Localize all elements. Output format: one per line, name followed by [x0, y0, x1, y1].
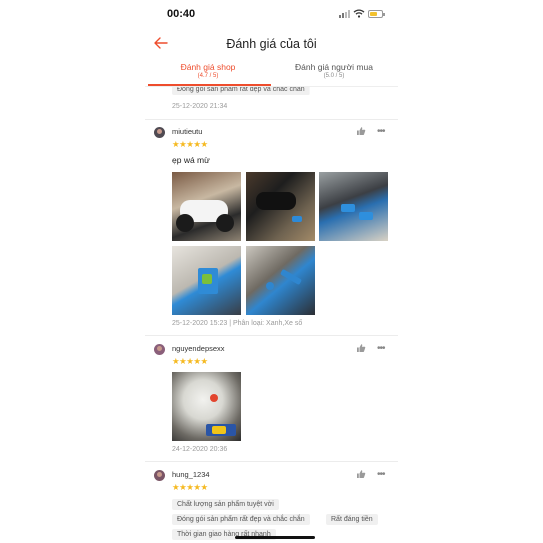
username: hung_1234 — [172, 470, 210, 479]
review-photo[interactable] — [172, 246, 241, 315]
divider — [145, 461, 398, 462]
review-photo[interactable] — [246, 172, 315, 241]
tab-rating: (5.0 / 5) — [323, 73, 345, 79]
app-screen: 00:40 Đánh giá của tôi Đánh giá shop (4.… — [145, 0, 398, 543]
wifi-icon — [353, 9, 365, 18]
home-indicator — [235, 536, 315, 539]
more-dots-icon[interactable]: ••• — [377, 127, 385, 137]
review-meta: 25-12-2020 15:23 | Phân loại: Xanh,Xe số — [172, 320, 303, 327]
star-rating: ★★★★★ — [172, 356, 208, 366]
divider — [145, 335, 398, 336]
review-comment: ẹp wá mừ — [172, 155, 210, 165]
tab-shop-reviews[interactable]: Đánh giá shop (4.7 / 5) — [145, 62, 271, 79]
tab-buyer-reviews[interactable]: Đánh giá người mua (5.0 / 5) — [271, 62, 397, 79]
review-photo[interactable] — [246, 246, 315, 315]
header: Đánh giá của tôi — [145, 30, 398, 58]
review-tag: Đóng gói sản phẩm rất đẹp và chắc chắn — [172, 514, 310, 525]
divider — [145, 119, 398, 120]
signal-icon — [339, 10, 351, 18]
tab-label: Đánh giá shop — [180, 62, 236, 72]
tab-rating: (4.7 / 5) — [197, 73, 219, 79]
thumbs-up-icon[interactable] — [356, 469, 366, 479]
status-time: 00:40 — [167, 8, 196, 20]
star-rating: ★★★★★ — [172, 482, 208, 492]
review-photo[interactable] — [172, 172, 241, 241]
tab-label: Đánh giá người mua — [295, 62, 373, 72]
avatar[interactable] — [154, 127, 165, 138]
status-bar: 00:40 — [145, 0, 398, 26]
avatar[interactable] — [154, 344, 165, 355]
review-photo[interactable] — [172, 372, 241, 441]
thumbs-up-icon[interactable] — [356, 126, 366, 136]
review-tag: Rất đáng tiền — [326, 514, 378, 525]
username: miutieutu — [172, 127, 203, 136]
page-title: Đánh giá của tôi — [226, 37, 317, 51]
divider — [145, 86, 398, 87]
avatar[interactable] — [154, 470, 165, 481]
review-photo[interactable] — [319, 172, 388, 241]
more-dots-icon[interactable]: ••• — [377, 470, 385, 480]
star-rating: ★★★★★ — [172, 139, 208, 149]
review-tag: Chất lượng sản phẩm tuyệt vời — [172, 499, 279, 510]
review-tabs: Đánh giá shop (4.7 / 5) Đánh giá người m… — [145, 62, 398, 88]
review-meta: 24-12-2020 20:36 — [172, 446, 228, 453]
battery-icon — [368, 10, 385, 18]
thumbs-up-icon[interactable] — [356, 343, 366, 353]
username: nguyendepsexx — [172, 344, 225, 353]
review-date: 25-12-2020 21:34 — [172, 103, 228, 110]
more-dots-icon[interactable]: ••• — [377, 344, 385, 354]
